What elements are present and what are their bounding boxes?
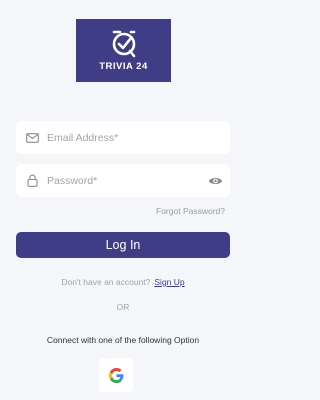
password-input[interactable]: [47, 164, 207, 197]
password-field[interactable]: [16, 164, 230, 197]
mail-icon: [25, 131, 39, 145]
logo-text: TRIVIA 24: [99, 61, 148, 72]
signup-row: Don't have an account? Sign Up: [0, 277, 246, 287]
google-login-button[interactable]: [99, 358, 133, 392]
email-field[interactable]: [16, 121, 230, 154]
trivia-logo-icon: [112, 30, 135, 58]
google-icon: [108, 367, 123, 383]
connect-text: Connect with one of the following Option: [46, 335, 200, 345]
email-input[interactable]: [47, 121, 230, 154]
lock-icon: [25, 174, 39, 188]
forgot-password-link[interactable]: Forgot Password?: [156, 206, 225, 216]
signup-link[interactable]: Sign Up: [154, 277, 184, 287]
app-logo: TRIVIA 24: [76, 19, 171, 82]
or-divider: OR: [116, 302, 130, 312]
eye-icon[interactable]: [207, 174, 223, 188]
login-button[interactable]: Log In: [16, 232, 230, 258]
signup-prompt: Don't have an account?: [61, 277, 151, 287]
